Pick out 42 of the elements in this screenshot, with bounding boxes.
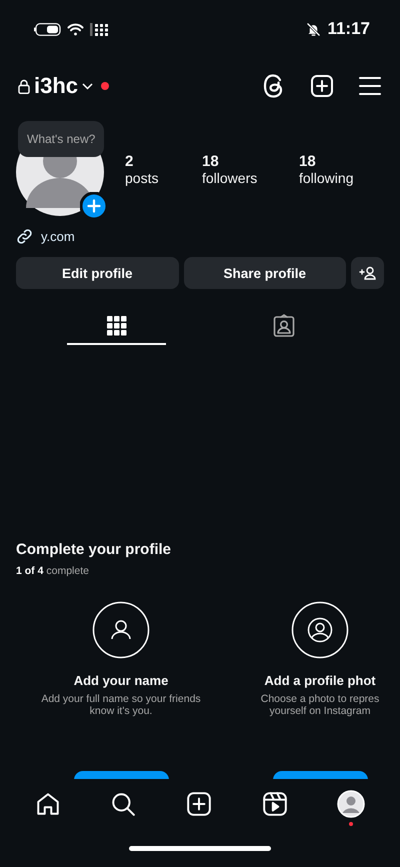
stat-label: followers [202,170,258,186]
plus-square-icon[interactable] [310,74,334,98]
section-title: Complete your profile [16,541,172,558]
edit-profile-button[interactable]: Edit profile [16,257,178,289]
chevron-down-icon[interactable] [82,82,94,90]
menu-icon[interactable] [358,75,382,97]
avatar-icon [337,790,366,818]
card-description: Add your full name so your friends know it's you. [41,693,201,717]
home-icon [34,791,61,817]
bell-slash-icon [306,22,322,36]
suggested-people-button[interactable] [351,257,384,289]
username: i3hc [34,73,78,99]
card-title: Add a profile phot [264,673,376,688]
search-tab[interactable] [110,791,136,817]
note-tooltip[interactable]: What's new? [18,121,104,157]
add-story-button[interactable] [80,192,108,220]
link-icon [16,228,33,245]
stat-count: 2 [125,152,134,170]
plus-square-icon [186,791,212,817]
grid-icon [106,316,126,336]
wifi-icon [67,22,84,36]
profile-photo-icon [291,601,349,659]
stat-count: 18 [202,152,220,170]
search-icon [110,791,136,817]
stat-label: following [299,170,354,186]
card-description: Choose a photo to repres yourself on Instagram [260,693,380,717]
home-tab[interactable] [34,791,61,817]
reels-tab[interactable] [262,791,288,817]
tagged-person-icon [272,314,296,338]
stat-label: posts [125,170,160,186]
battery-icon [34,22,61,36]
progress-text: 1 of 4 complete [16,565,90,577]
share-profile-button[interactable]: Share profile [184,257,346,289]
card-title: Add your name [74,673,168,688]
signal-icon [90,22,110,36]
clock-time: 11:17 [327,19,370,39]
website-link[interactable]: y.com [41,229,75,244]
add-person-icon [359,266,376,280]
create-tab[interactable] [186,791,212,817]
stat-count: 18 [299,152,317,170]
person-icon [92,601,150,659]
reels-icon [262,791,288,817]
